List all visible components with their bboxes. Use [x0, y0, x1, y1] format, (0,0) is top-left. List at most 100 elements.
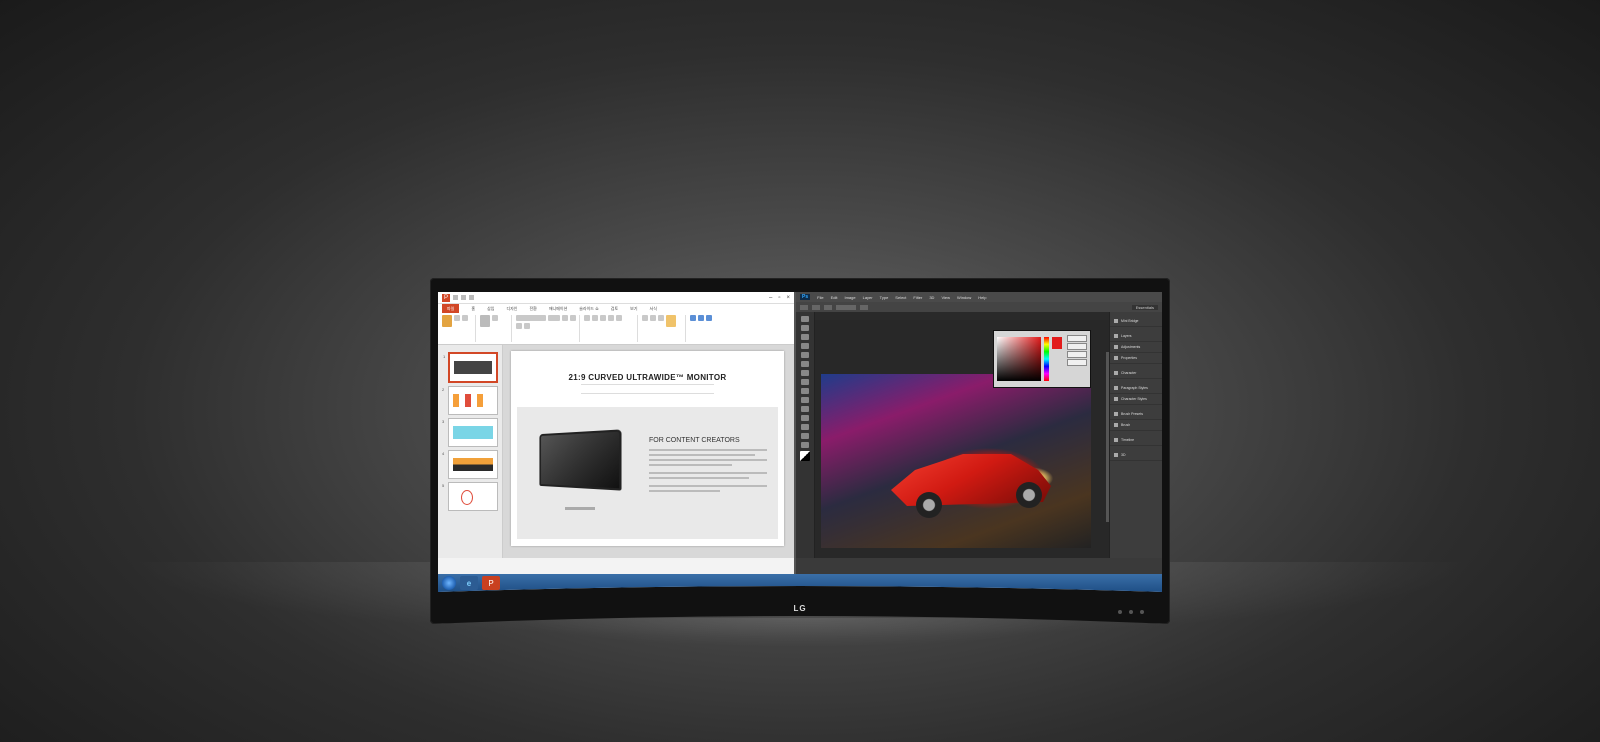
panel-paragraph-styles[interactable]: Paragraph Styles: [1110, 383, 1162, 394]
undo-icon[interactable]: [461, 295, 466, 300]
option-control[interactable]: [824, 305, 832, 310]
shape-oval-icon[interactable]: [650, 315, 656, 321]
cut-icon[interactable]: [454, 315, 460, 321]
panel-mini-bridge[interactable]: Mini Bridge: [1110, 316, 1162, 327]
layout-icon[interactable]: [492, 315, 498, 321]
document-tab[interactable]: [815, 312, 1110, 320]
panel-character-styles[interactable]: Character Styles: [1110, 394, 1162, 405]
marquee-tool-icon[interactable]: [801, 325, 809, 331]
menu-layer[interactable]: Layer: [863, 295, 873, 300]
save-icon[interactable]: [453, 295, 458, 300]
cancel-button[interactable]: [1067, 343, 1087, 350]
tab-design[interactable]: 디자인: [506, 306, 517, 312]
replace-icon[interactable]: [698, 315, 704, 321]
option-control[interactable]: [860, 305, 868, 310]
menu-view[interactable]: View: [941, 295, 950, 300]
option-control[interactable]: [836, 305, 856, 310]
powerpoint-app-icon[interactable]: P: [442, 294, 450, 302]
type-tool-icon[interactable]: [801, 424, 809, 430]
tab-transitions[interactable]: 전환: [529, 306, 536, 312]
panel-adjustments[interactable]: Adjustments: [1110, 342, 1162, 353]
slide-thumbnail[interactable]: 2: [448, 386, 498, 415]
minimize-icon[interactable]: –: [769, 295, 772, 301]
select-icon[interactable]: [706, 315, 712, 321]
add-to-swatches-button[interactable]: [1067, 351, 1087, 358]
color-field[interactable]: [997, 337, 1041, 381]
panel-layers[interactable]: Layers: [1110, 331, 1162, 342]
tab-insert[interactable]: 삽입: [487, 306, 494, 312]
panel-3d[interactable]: 3D: [1110, 450, 1162, 461]
menu-window[interactable]: Window: [957, 295, 971, 300]
option-control[interactable]: [812, 305, 820, 310]
underline-icon[interactable]: [516, 323, 522, 329]
copy-icon[interactable]: [462, 315, 468, 321]
tab-animations[interactable]: 애니메이션: [549, 306, 567, 312]
workspace-switcher[interactable]: Essentials: [1132, 305, 1158, 310]
panel-brush-presets[interactable]: Brush Presets: [1110, 409, 1162, 420]
tab-format[interactable]: 서식: [650, 306, 657, 312]
slide-heading[interactable]: FOR CONTENT CREATORS: [649, 437, 740, 444]
panel-properties[interactable]: Properties: [1110, 353, 1162, 364]
slide-thumbnail[interactable]: 1: [448, 352, 498, 383]
tab-file[interactable]: 파일: [442, 304, 459, 313]
color-libraries-button[interactable]: [1067, 359, 1087, 366]
tab-slideshow[interactable]: 슬라이드 쇼: [579, 306, 599, 312]
slide-body-text[interactable]: [649, 449, 767, 495]
panel-character[interactable]: Character: [1110, 368, 1162, 379]
close-icon[interactable]: ×: [786, 295, 790, 301]
menu-file[interactable]: File: [817, 295, 823, 300]
monitor-image[interactable]: [539, 429, 621, 490]
maximize-icon[interactable]: ▫: [778, 295, 780, 301]
panel-timeline[interactable]: Timeline: [1110, 435, 1162, 446]
eraser-icon[interactable]: [801, 397, 809, 403]
menu-filter[interactable]: Filter: [913, 295, 922, 300]
magic-wand-icon[interactable]: [801, 343, 809, 349]
align-right-icon[interactable]: [616, 315, 622, 321]
hue-slider[interactable]: [1044, 337, 1049, 381]
font-size-select[interactable]: [548, 315, 560, 321]
font-name-select[interactable]: [516, 315, 546, 321]
shape-arrow-icon[interactable]: [658, 315, 664, 321]
internet-explorer-icon[interactable]: e: [460, 576, 478, 590]
italic-icon[interactable]: [570, 315, 576, 321]
slide-title[interactable]: 21:9 CURVED ULTRAWIDE™ MONITOR: [511, 373, 784, 382]
menu-edit[interactable]: Edit: [831, 295, 838, 300]
bold-icon[interactable]: [562, 315, 568, 321]
start-button[interactable]: [442, 576, 456, 590]
tab-home[interactable]: 홈: [471, 306, 475, 312]
clone-stamp-icon[interactable]: [801, 388, 809, 394]
move-tool-icon[interactable]: [801, 316, 809, 322]
powerpoint-taskbar-icon[interactable]: P: [482, 576, 500, 590]
bullets-icon[interactable]: [584, 315, 590, 321]
new-slide-icon[interactable]: [480, 315, 490, 327]
slide-thumbnail[interactable]: 3: [448, 418, 498, 447]
slide-canvas[interactable]: 21:9 CURVED ULTRAWIDE™ MONITOR FOR CONTE…: [511, 351, 784, 546]
eyedropper-icon[interactable]: [801, 361, 809, 367]
brush-tool-icon[interactable]: [801, 379, 809, 385]
align-center-icon[interactable]: [608, 315, 614, 321]
gradient-icon[interactable]: [801, 406, 809, 412]
crop-tool-icon[interactable]: [801, 352, 809, 358]
find-icon[interactable]: [690, 315, 696, 321]
redo-icon[interactable]: [469, 295, 474, 300]
align-left-icon[interactable]: [600, 315, 606, 321]
ok-button[interactable]: [1067, 335, 1087, 342]
monitor-button[interactable]: [1118, 610, 1122, 614]
slide-thumbnail[interactable]: 5: [448, 482, 498, 511]
pen-tool-icon[interactable]: [801, 415, 809, 421]
tool-preset-icon[interactable]: [800, 305, 808, 310]
car-photo[interactable]: [821, 374, 1091, 548]
healing-brush-icon[interactable]: [801, 370, 809, 376]
monitor-button[interactable]: [1129, 610, 1133, 614]
menu-image[interactable]: Image: [844, 295, 855, 300]
slide-thumbnail[interactable]: 4: [448, 450, 498, 479]
hand-tool-icon[interactable]: [801, 433, 809, 439]
menu-help[interactable]: Help: [978, 295, 986, 300]
color-swatches-icon[interactable]: [800, 451, 810, 461]
arrange-icon[interactable]: [666, 315, 676, 327]
power-button[interactable]: [1140, 610, 1144, 614]
tab-view[interactable]: 보기: [630, 306, 637, 312]
tab-review[interactable]: 검토: [611, 306, 618, 312]
numbering-icon[interactable]: [592, 315, 598, 321]
photoshop-app-icon[interactable]: Ps: [800, 294, 810, 300]
